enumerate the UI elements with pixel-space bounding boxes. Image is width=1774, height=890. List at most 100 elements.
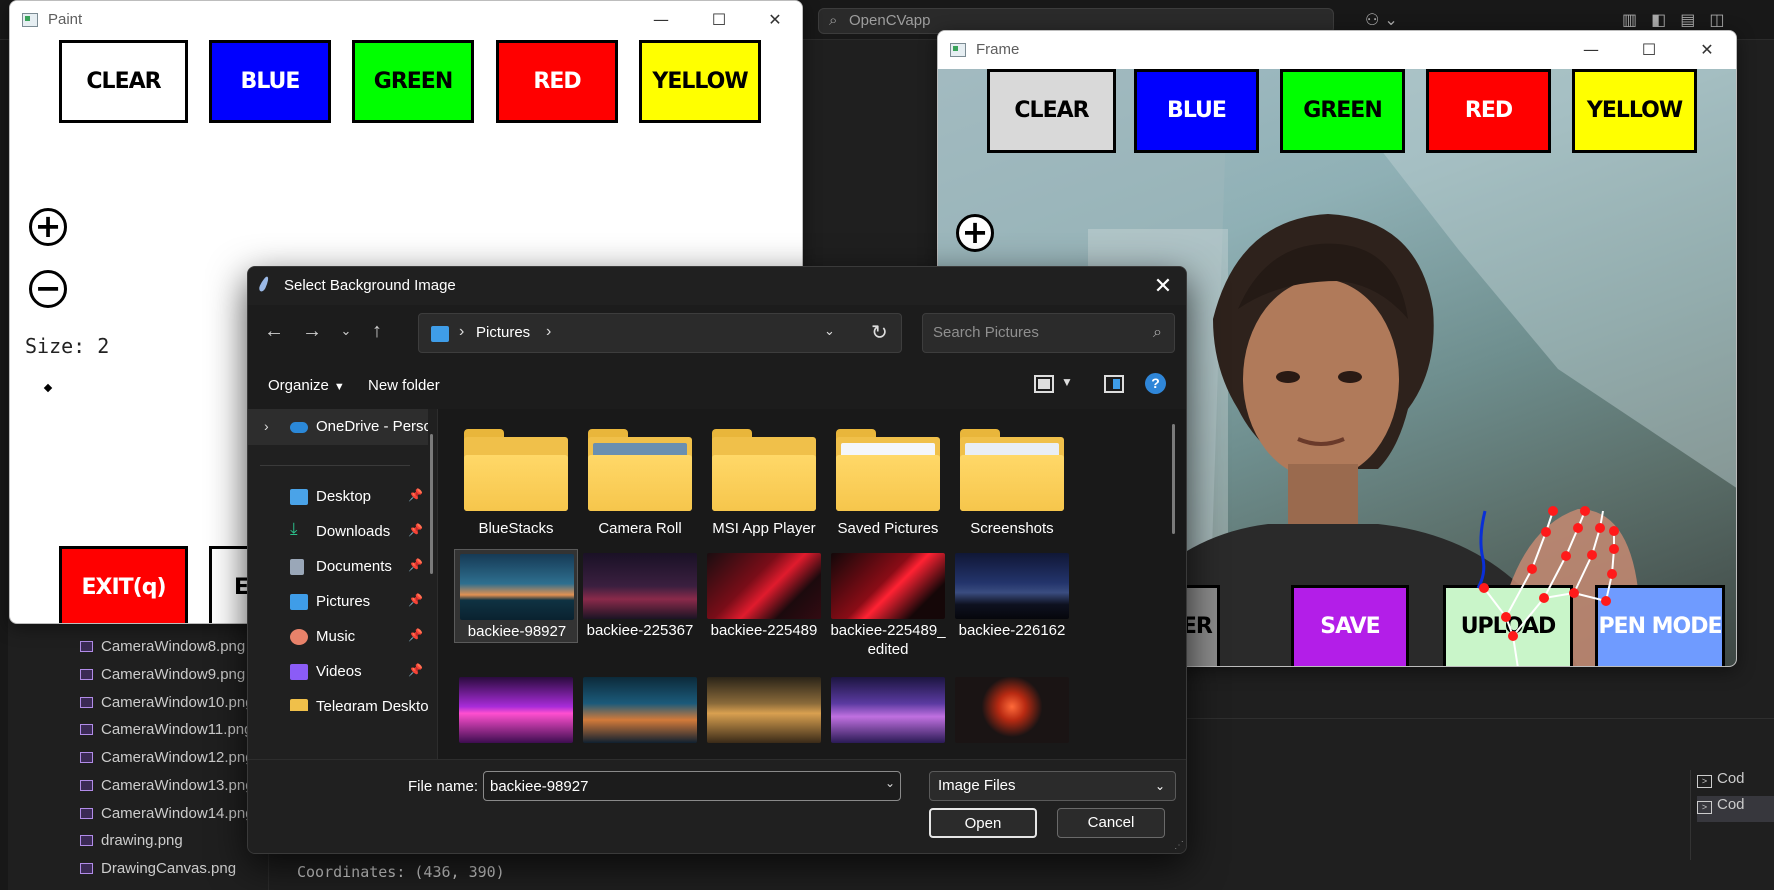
pin-icon: 📌 — [408, 628, 423, 642]
nav-item-documents[interactable]: Documents 📌 — [248, 549, 428, 585]
image-file-item[interactable]: backiee-225489 — [702, 549, 826, 649]
navigation-pane: › OneDrive - Perso Desktop 📌 ⤓ Downloads… — [248, 409, 438, 759]
image-thumbnail — [707, 553, 821, 619]
image-file-item[interactable]: backiee-225367 — [578, 549, 702, 649]
nav-item-telegram[interactable]: Telegram Desktop — [248, 689, 428, 711]
breadcrumb-pictures[interactable]: Pictures — [476, 324, 530, 341]
help-icon[interactable]: ? — [1145, 373, 1166, 394]
maximize-button[interactable]: ☐ — [1634, 39, 1664, 61]
nav-divider — [260, 465, 410, 466]
image-file-icon — [80, 669, 93, 680]
nav-item-music[interactable]: Music 📌 — [248, 619, 428, 655]
file-name-input[interactable] — [483, 771, 901, 801]
blue-color-button[interactable]: BLUE — [209, 40, 331, 123]
folder-icon — [290, 699, 308, 711]
search-icon: ⌕ — [1153, 324, 1162, 341]
organize-menu[interactable]: Organize ▼ — [268, 377, 345, 394]
terminal-item[interactable]: > Cod — [1697, 770, 1774, 796]
red-color-button[interactable]: RED — [496, 40, 618, 123]
activity-bar — [0, 40, 8, 890]
file-list-scrollbar[interactable] — [1172, 424, 1175, 534]
image-file-item[interactable] — [454, 677, 578, 759]
file-item[interactable]: DrawingCanvas.png — [80, 860, 280, 886]
nav-scrollbar[interactable] — [430, 434, 433, 574]
resize-grip-icon[interactable]: ⋰ — [1174, 840, 1184, 851]
yellow-color-button[interactable]: YELLOW — [639, 40, 761, 123]
preview-pane-icon[interactable] — [1104, 375, 1124, 393]
terminal-item[interactable]: > Cod — [1697, 796, 1774, 822]
copilot-icon[interactable]: ⚇ ⌄ — [1365, 10, 1398, 29]
frame-titlebar: Frame — ☐ ✕ — [938, 31, 1736, 69]
close-button[interactable]: ✕ — [1148, 271, 1178, 301]
chevron-down-icon: ⌄ — [1154, 779, 1165, 793]
nav-item-onedrive[interactable]: › OneDrive - Perso — [248, 409, 428, 445]
chevron-down-icon[interactable]: ⌄ — [885, 776, 895, 790]
terminal-list: > Cod > Cod — [1690, 770, 1774, 860]
new-folder-button[interactable]: New folder — [368, 377, 440, 394]
open-button[interactable]: Open — [929, 808, 1037, 838]
image-file-icon — [80, 641, 93, 652]
back-arrow-icon[interactable]: ← — [260, 317, 288, 345]
search-input[interactable]: Search Pictures ⌕ — [922, 313, 1175, 353]
chevron-right-icon: › — [459, 323, 465, 340]
select-background-dialog: Select Background Image ✕ ← → ⌄ ↑ › Pict… — [247, 266, 1187, 854]
forward-arrow-icon[interactable]: → — [298, 317, 326, 345]
exit-button[interactable]: EXIT(q) — [59, 546, 188, 623]
image-file-item[interactable]: backiee-226162 — [950, 549, 1074, 649]
dialog-title: Select Background Image — [284, 277, 456, 294]
folder-item[interactable]: MSI App Player — [702, 419, 826, 537]
image-thumbnail — [459, 677, 573, 743]
folder-item[interactable]: Camera Roll — [578, 419, 702, 537]
file-list: BlueStacks Camera Roll MSI App Player Sa… — [438, 409, 1186, 759]
up-arrow-icon[interactable]: ↑ — [363, 317, 391, 345]
close-button[interactable]: ✕ — [760, 9, 790, 31]
recent-locations-chevron-icon[interactable]: ⌄ — [332, 317, 360, 345]
clear-button[interactable]: CLEAR — [59, 40, 188, 123]
desktop-icon — [290, 489, 308, 505]
address-bar[interactable]: › Pictures › ⌄ ↻ — [418, 313, 902, 353]
folder-icon — [960, 429, 1064, 511]
image-thumbnail — [460, 554, 574, 620]
dialog-footer: File name: ⌄ Image Files ⌄ Open Cancel ⋰ — [248, 759, 1186, 853]
image-file-item[interactable] — [578, 677, 702, 759]
image-file-icon — [80, 697, 93, 708]
folder-item[interactable]: BlueStacks — [454, 419, 578, 537]
caret-down-icon[interactable]: ▼ — [1061, 375, 1073, 389]
green-color-button[interactable]: GREEN — [352, 40, 474, 123]
nav-item-pictures[interactable]: Pictures 📌 — [248, 584, 428, 620]
folder-item[interactable]: Saved Pictures — [826, 419, 950, 537]
image-thumbnail — [955, 553, 1069, 619]
cancel-button[interactable]: Cancel — [1057, 808, 1165, 838]
feather-icon — [257, 275, 271, 293]
brush-preview-dot — [43, 383, 53, 393]
terminal-icon: > — [1697, 775, 1712, 788]
image-file-item[interactable] — [950, 677, 1074, 759]
zoom-out-button[interactable]: − — [29, 270, 67, 308]
zoom-in-button[interactable]: + — [29, 208, 67, 246]
refresh-icon[interactable]: ↻ — [871, 320, 888, 345]
chevron-down-icon[interactable]: ⌄ — [824, 323, 835, 339]
image-file-item[interactable]: backiee-98927 — [454, 549, 578, 643]
layout-toggle-icons[interactable]: ▥◧▤◫ — [1622, 10, 1738, 29]
pictures-icon — [290, 594, 308, 610]
image-file-item[interactable] — [826, 677, 950, 759]
maximize-button[interactable]: ☐ — [704, 9, 734, 31]
minimize-button[interactable]: — — [646, 9, 676, 31]
chevron-right-icon[interactable]: › — [546, 323, 551, 341]
folder-item[interactable]: Screenshots — [950, 419, 1074, 537]
image-file-item[interactable] — [702, 677, 826, 759]
minimize-button[interactable]: — — [1576, 39, 1606, 61]
file-type-select[interactable]: Image Files ⌄ — [929, 771, 1176, 801]
chevron-right-icon[interactable]: › — [264, 418, 269, 434]
app-icon — [950, 43, 966, 57]
view-options-icon[interactable] — [1034, 375, 1054, 393]
nav-item-videos[interactable]: Videos 📌 — [248, 654, 428, 690]
terminal-icon: > — [1697, 801, 1712, 814]
image-file-item[interactable]: backiee-225489_edited — [826, 549, 950, 669]
image-thumbnail — [583, 553, 697, 619]
close-button[interactable]: ✕ — [1692, 39, 1722, 61]
nav-item-desktop[interactable]: Desktop 📌 — [248, 479, 428, 515]
nav-item-downloads[interactable]: ⤓ Downloads 📌 — [248, 514, 428, 550]
pin-icon: 📌 — [408, 523, 423, 537]
terminal-line: Coordinates: (436, 390) — [297, 863, 505, 881]
